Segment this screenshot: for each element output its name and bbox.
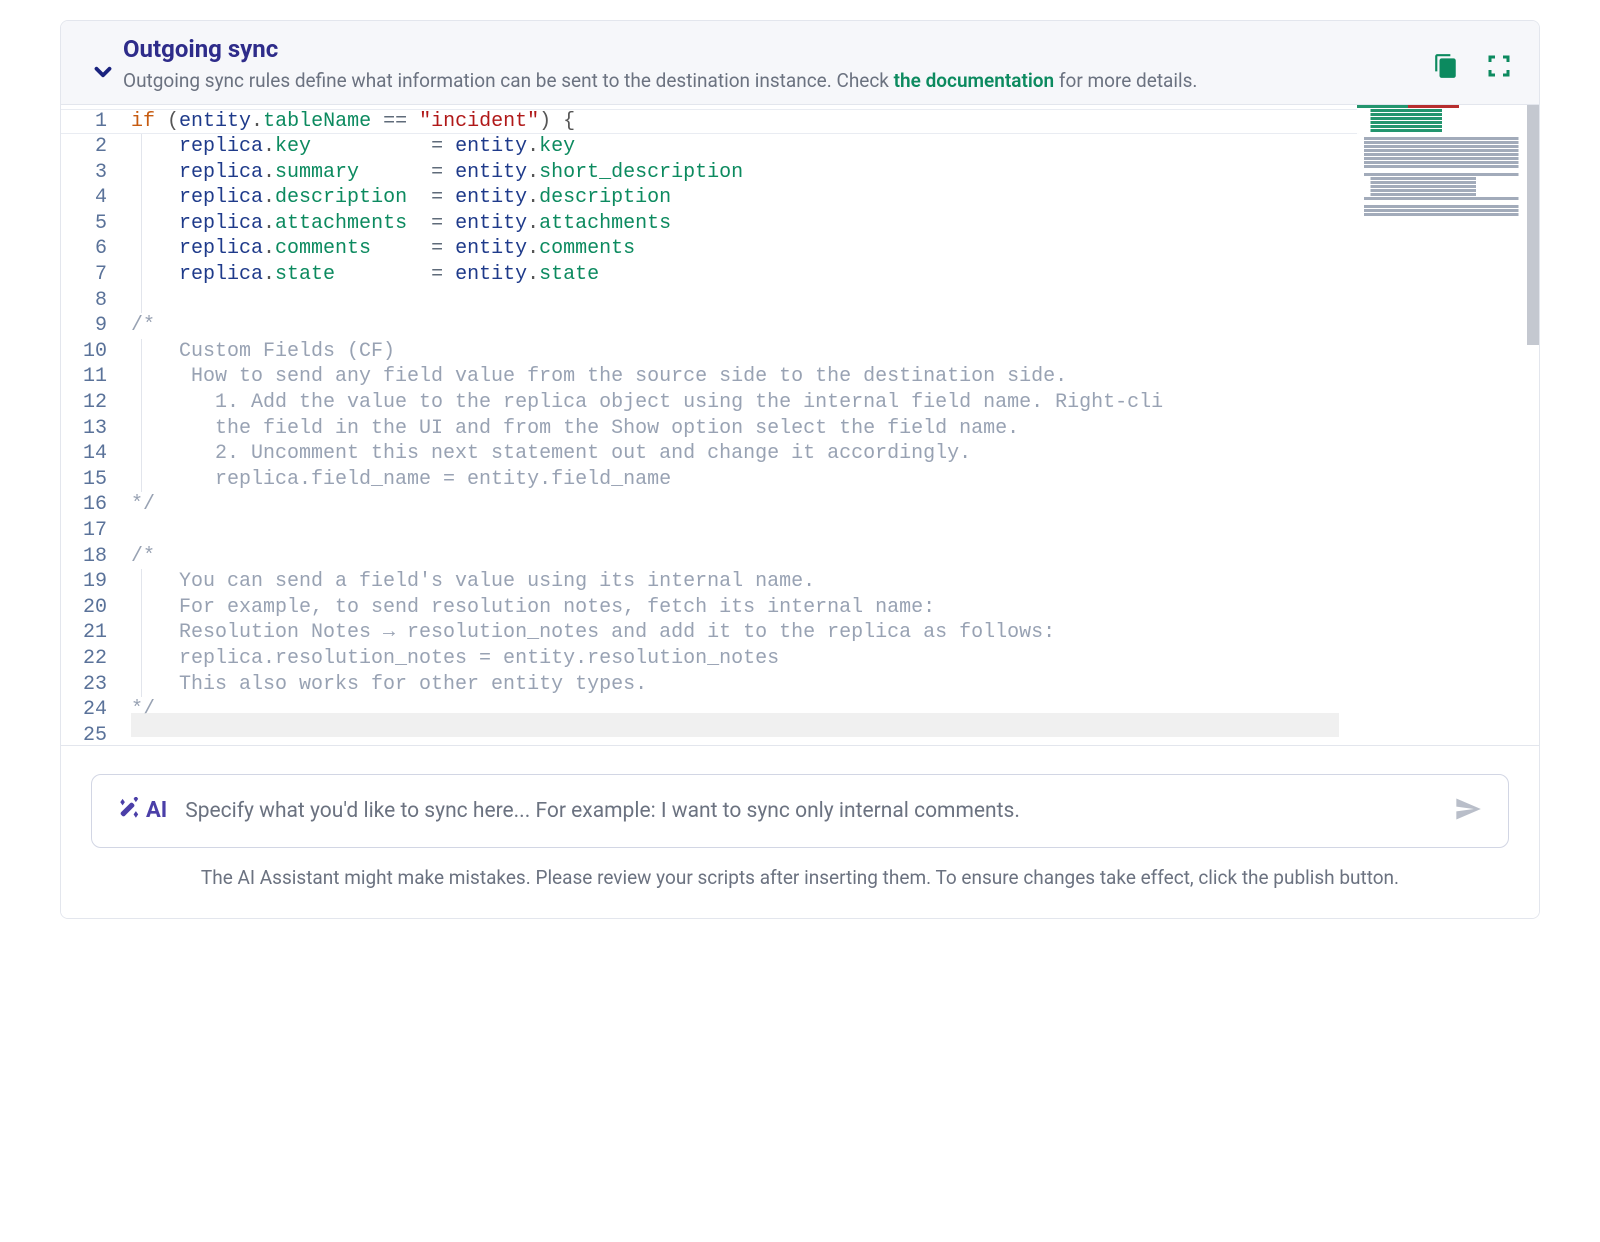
line-number: 12 — [61, 390, 107, 416]
code-line[interactable]: replica.attachments = entity.attachments — [131, 211, 1539, 237]
line-number: 22 — [61, 646, 107, 672]
code-editor[interactable]: 1234567891011121314151617181920212223242… — [61, 105, 1539, 745]
code-line[interactable]: replica.comments = entity.comments — [131, 236, 1539, 262]
line-number: 24 — [61, 697, 107, 723]
line-number: 19 — [61, 569, 107, 595]
line-number: 13 — [61, 416, 107, 442]
code-line[interactable]: the field in the UI and from the Show op… — [131, 416, 1539, 442]
code-line[interactable] — [131, 288, 1539, 314]
line-number: 25 — [61, 723, 107, 749]
fullscreen-icon[interactable] — [1487, 54, 1511, 82]
line-number: 21 — [61, 620, 107, 646]
line-number: 17 — [61, 518, 107, 544]
collapse-toggle[interactable] — [90, 59, 116, 89]
ai-disclaimer: The AI Assistant might make mistakes. Pl… — [91, 848, 1509, 897]
line-number: 2 — [61, 134, 107, 160]
line-number: 5 — [61, 211, 107, 237]
ai-input[interactable]: AI Specify what you'd like to sync here.… — [91, 774, 1509, 848]
panel-header: Outgoing sync Outgoing sync rules define… — [61, 21, 1539, 105]
line-number: 16 — [61, 492, 107, 518]
code-line[interactable]: replica.description = entity.description — [131, 185, 1539, 211]
documentation-link[interactable]: the documentation — [894, 69, 1055, 92]
code-line[interactable]: You can send a field's value using its i… — [131, 569, 1539, 595]
ai-badge-text: AI — [146, 798, 167, 823]
line-number: 14 — [61, 441, 107, 467]
code-line[interactable]: replica.state = entity.state — [131, 262, 1539, 288]
line-number: 7 — [61, 262, 107, 288]
copy-icon[interactable] — [1433, 53, 1459, 83]
code-line[interactable]: This also works for other entity types. — [131, 672, 1539, 698]
line-number: 8 — [61, 288, 107, 314]
code-line[interactable]: replica.field_name = entity.field_name — [131, 467, 1539, 493]
code-line[interactable]: /* — [131, 313, 1539, 339]
panel-subtitle: Outgoing sync rules define what informat… — [123, 67, 1433, 96]
code-minimap[interactable] — [1357, 105, 1527, 225]
panel-title: Outgoing sync — [123, 35, 1433, 63]
editor-bottom-highlight — [131, 713, 1339, 737]
code-line[interactable] — [131, 518, 1539, 544]
code-content[interactable]: if (entity.tableName == "incident") { re… — [117, 105, 1539, 745]
line-number: 11 — [61, 364, 107, 390]
line-number: 9 — [61, 313, 107, 339]
vertical-scrollbar[interactable] — [1527, 105, 1539, 345]
code-line[interactable]: How to send any field value from the sou… — [131, 364, 1539, 390]
subtitle-text-before: Outgoing sync rules define what informat… — [123, 69, 894, 92]
line-number: 10 — [61, 339, 107, 365]
line-number: 20 — [61, 595, 107, 621]
line-number: 6 — [61, 236, 107, 262]
outgoing-sync-panel: Outgoing sync Outgoing sync rules define… — [60, 20, 1540, 919]
code-line[interactable]: /* — [131, 544, 1539, 570]
subtitle-text-after: for more details. — [1054, 69, 1197, 92]
code-line[interactable]: replica.summary = entity.short_descripti… — [131, 160, 1539, 186]
code-line[interactable]: Resolution Notes → resolution_notes and … — [131, 620, 1539, 646]
line-number: 3 — [61, 160, 107, 186]
line-number: 18 — [61, 544, 107, 570]
code-line[interactable]: */ — [131, 492, 1539, 518]
ai-badge: AI — [118, 797, 167, 825]
code-line[interactable]: For example, to send resolution notes, f… — [131, 595, 1539, 621]
code-line[interactable]: replica.resolution_notes = entity.resolu… — [131, 646, 1539, 672]
line-number: 1 — [61, 109, 107, 135]
line-number: 4 — [61, 185, 107, 211]
code-line[interactable]: 1. Add the value to the replica object u… — [131, 390, 1539, 416]
line-number-gutter: 1234567891011121314151617181920212223242… — [61, 105, 117, 745]
line-number: 23 — [61, 672, 107, 698]
code-line[interactable]: Custom Fields (CF) — [131, 339, 1539, 365]
code-line[interactable]: 2. Uncomment this next statement out and… — [131, 441, 1539, 467]
ai-assistant-section: AI Specify what you'd like to sync here.… — [61, 745, 1539, 919]
ai-input-placeholder: Specify what you'd like to sync here... … — [185, 799, 1436, 823]
code-line[interactable]: if (entity.tableName == "incident") { — [131, 109, 1539, 135]
magic-wand-icon — [118, 797, 140, 825]
send-icon[interactable] — [1454, 795, 1482, 827]
line-number: 15 — [61, 467, 107, 493]
code-line[interactable]: replica.key = entity.key — [131, 134, 1539, 160]
